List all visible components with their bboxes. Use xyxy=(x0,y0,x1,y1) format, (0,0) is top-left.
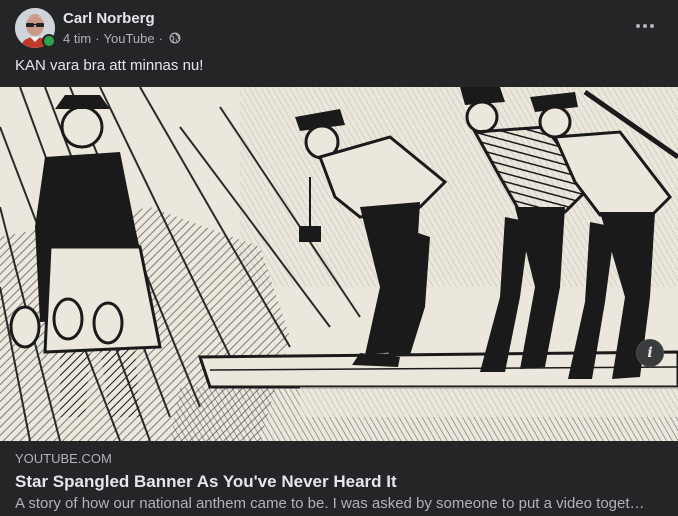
more-options-button[interactable] xyxy=(630,13,660,39)
online-status-dot xyxy=(42,34,56,48)
author-avatar[interactable] xyxy=(15,8,56,48)
link-preview[interactable]: YOUTUBE.COM Star Spangled Banner As You'… xyxy=(0,441,678,516)
meta-separator: · xyxy=(95,30,100,46)
author-name-link[interactable]: Carl Norberg xyxy=(63,10,155,27)
post-caption: KAN vara bra att minnas nu! xyxy=(15,57,204,74)
ship-illustration xyxy=(0,87,678,441)
post-source: YouTube xyxy=(103,30,155,46)
link-thumbnail-image[interactable] xyxy=(0,87,678,441)
more-options-icon xyxy=(635,24,656,28)
link-description: A story of how our national anthem came … xyxy=(15,495,647,512)
link-title[interactable]: Star Spangled Banner As You've Never Hea… xyxy=(15,472,397,492)
post-header: Carl Norberg 4 tim · YouTube · xyxy=(0,0,678,56)
info-button[interactable]: i xyxy=(636,339,664,367)
globe-icon[interactable] xyxy=(169,32,181,44)
post-timestamp[interactable]: 4 tim xyxy=(63,31,91,46)
meta-separator: · xyxy=(158,30,163,46)
feed-post: Carl Norberg 4 tim · YouTube · KAN vara … xyxy=(0,0,678,516)
link-domain: YOUTUBE.COM xyxy=(15,451,112,466)
post-meta: 4 tim · YouTube · xyxy=(63,30,181,46)
